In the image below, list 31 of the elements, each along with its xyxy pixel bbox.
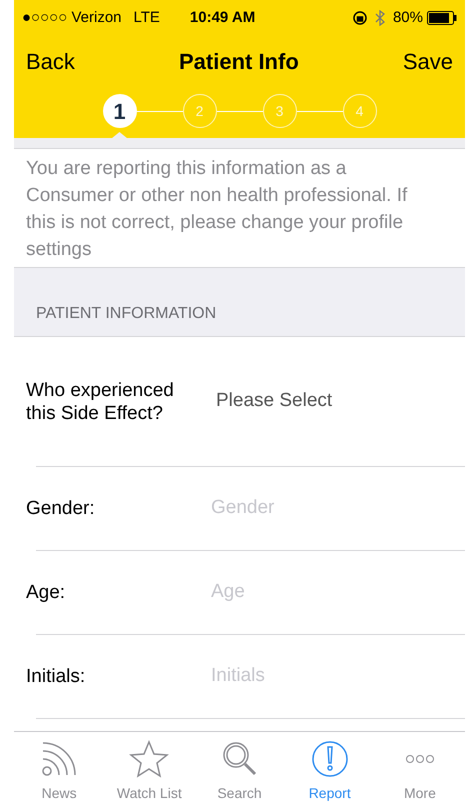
tab-bar-item[interactable]: Report xyxy=(284,739,375,804)
status-time: 10:49 AM xyxy=(190,8,256,28)
section-header: PATIENT INFORMATION xyxy=(36,304,216,324)
tab-bar-item[interactable]: Watch List xyxy=(104,739,194,804)
carrier-signal: ●○○○○ Verizon xyxy=(22,8,122,28)
input-field[interactable]: Initials xyxy=(211,662,411,691)
tab-bar-item[interactable]: News xyxy=(14,739,104,804)
tab-bar-item[interactable]: Search xyxy=(194,739,285,804)
tab-bar-item[interactable]: More xyxy=(374,739,466,804)
battery-percent: 80% xyxy=(392,8,423,28)
rotation-lock-icon xyxy=(352,11,367,25)
select-field[interactable]: Please Select xyxy=(216,387,332,416)
network-type: LTE xyxy=(134,8,160,28)
back-button[interactable]: Back xyxy=(26,44,75,78)
step-indicator: 3 xyxy=(262,94,296,128)
battery-icon xyxy=(427,11,457,25)
more-icon xyxy=(404,754,435,764)
step-indicator: 4 xyxy=(342,94,376,128)
reporter-notice: You are reporting this information as a Consumer or other non health professional. If this is not correct, please change your profile settings xyxy=(25,157,408,262)
exclamation-icon xyxy=(310,739,350,779)
save-button[interactable]: Save xyxy=(402,44,453,78)
star-icon xyxy=(129,739,170,779)
input-field[interactable]: Gender xyxy=(211,494,411,523)
step-indicator: 1 xyxy=(102,94,136,128)
field-label: Age: xyxy=(26,581,66,604)
field-label: Gender: xyxy=(26,497,96,520)
step-indicator: 2 xyxy=(182,94,216,128)
input-field[interactable]: Age xyxy=(211,578,411,607)
field-label: Who experienced this Side Effect? xyxy=(26,378,175,424)
bluetooth-icon xyxy=(374,10,385,26)
screen-title: Patient Info xyxy=(178,48,299,76)
